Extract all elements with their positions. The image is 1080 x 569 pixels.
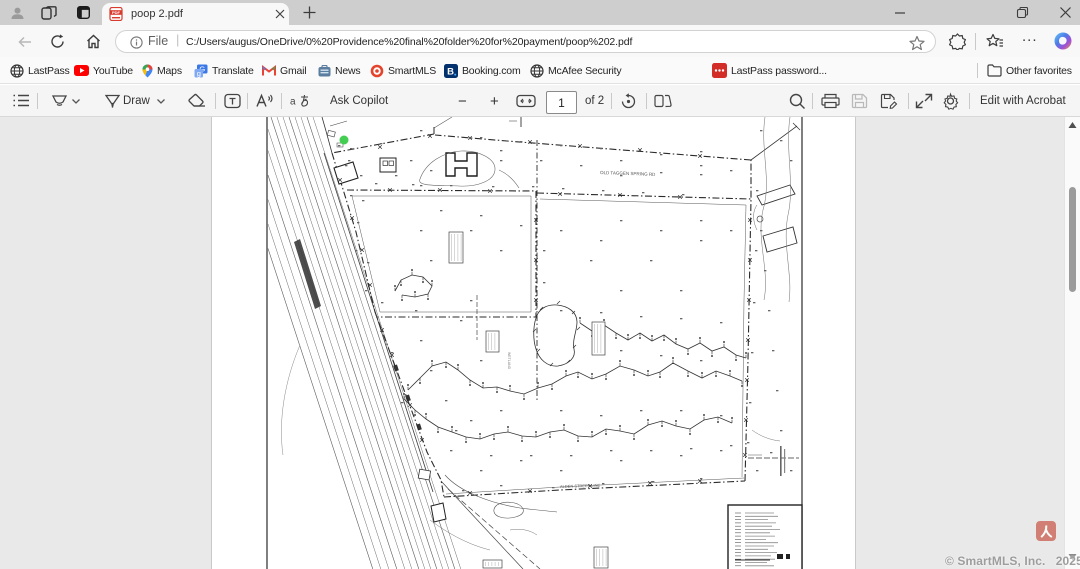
svg-text:WETLAND: WETLAND [507, 352, 511, 370]
svg-text:a: a [290, 97, 296, 108]
svg-text:PDF: PDF [112, 10, 121, 15]
svg-text:B: B [447, 66, 454, 77]
svg-text:OLD TAGGEN SPRING RD: OLD TAGGEN SPRING RD [600, 170, 656, 177]
svg-text:g: g [197, 68, 201, 77]
